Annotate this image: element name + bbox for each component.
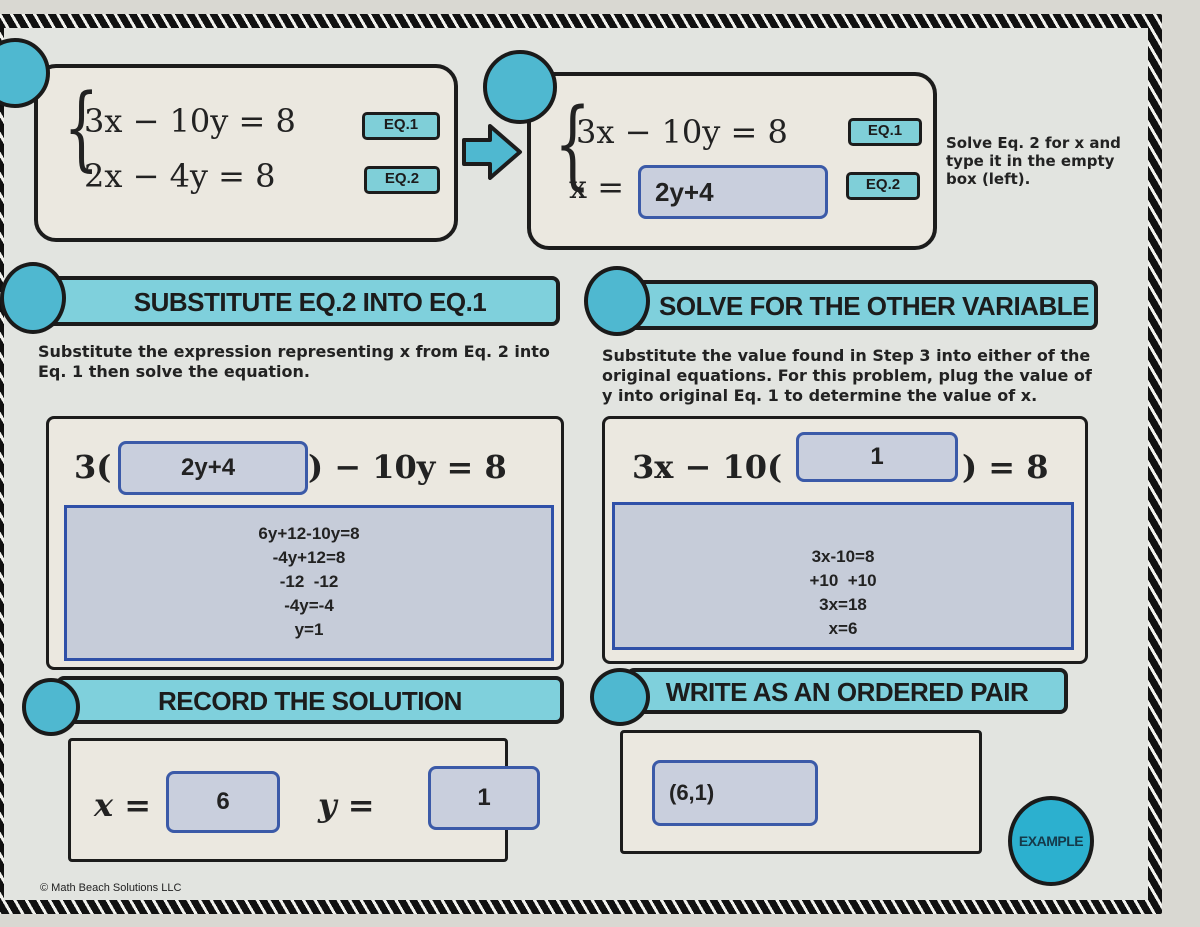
eq2-tag: EQ.2	[364, 166, 440, 194]
work-line: +10 +10	[809, 571, 877, 590]
work-line: 3x=18	[819, 595, 867, 614]
substitute-value-input[interactable]: 1	[796, 432, 958, 482]
work-line: -12 -12	[279, 572, 339, 591]
work-line: 3x-10=8	[811, 547, 875, 566]
step6-title-banner: WRITE AS AN ORDERED PAIR	[626, 668, 1068, 714]
step3-eq-suffix: ) − 10y = 8	[308, 448, 507, 486]
x-label: x =	[94, 786, 152, 824]
step3-description: Substitute the expression representing x…	[38, 342, 550, 381]
step4-description: Substitute the value found in Step 3 int…	[602, 346, 1092, 405]
solve-eq2-for-x-input[interactable]: 2y+4	[638, 165, 828, 219]
ordered-pair-input[interactable]: (6,1)	[652, 760, 818, 826]
step3-marker-circle	[0, 262, 66, 334]
x-value-input[interactable]: 6	[166, 771, 280, 833]
copyright-text: © Math Beach Solutions LLC	[40, 882, 182, 894]
step5-marker-circle	[22, 678, 80, 736]
eq1-tag: EQ.1	[362, 112, 440, 140]
step1-eq1: 3x − 10y = 8	[84, 102, 296, 140]
step4-marker-circle	[584, 266, 650, 336]
work-line: x=6	[828, 619, 858, 638]
eq1-tag: EQ.1	[848, 118, 922, 146]
y-label: y =	[318, 786, 375, 824]
work-line: 6y+12-10y=8	[258, 524, 360, 543]
work-line: y=1	[294, 620, 324, 639]
step5-title-banner: RECORD THE SOLUTION	[56, 676, 564, 724]
step3-eq-prefix: 3(	[74, 448, 112, 486]
step4-eq-suffix: ) = 8	[962, 448, 1049, 486]
example-badge: EXAMPLE	[1008, 796, 1094, 886]
step4-title-banner: SOLVE FOR THE OTHER VARIABLE	[620, 280, 1098, 330]
step2-eq2-prefix: x =	[569, 168, 625, 206]
step6-marker-circle	[590, 668, 650, 726]
work-line: -4y+12=8	[272, 548, 346, 567]
step4-work-area[interactable]: 3x-10=8 +10 +10 3x=18 x=6	[612, 502, 1074, 650]
step2-eq1: 3x − 10y = 8	[576, 113, 788, 151]
step2-instruction: Solve Eq. 2 for x and type it in the emp…	[946, 134, 1121, 188]
arrow-right-icon	[462, 124, 522, 180]
step4-eq-prefix: 3x − 10(	[632, 448, 783, 486]
substitute-expression-input[interactable]: 2y+4	[118, 441, 308, 495]
work-line: -4y=-4	[284, 596, 334, 615]
step3-title-banner: SUBSTITUTE EQ.2 INTO EQ.1	[40, 276, 560, 326]
example-badge-label: EXAMPLE	[1018, 833, 1084, 849]
eq2-tag: EQ.2	[846, 172, 920, 200]
step3-work-area[interactable]: 6y+12-10y=8 -4y+12=8 -12 -12 -4y=-4 y=1	[64, 505, 554, 661]
step1-eq2: 2x − 4y = 8	[84, 157, 276, 195]
step2-marker-circle	[483, 50, 557, 124]
y-value-input[interactable]: 1	[428, 766, 540, 830]
